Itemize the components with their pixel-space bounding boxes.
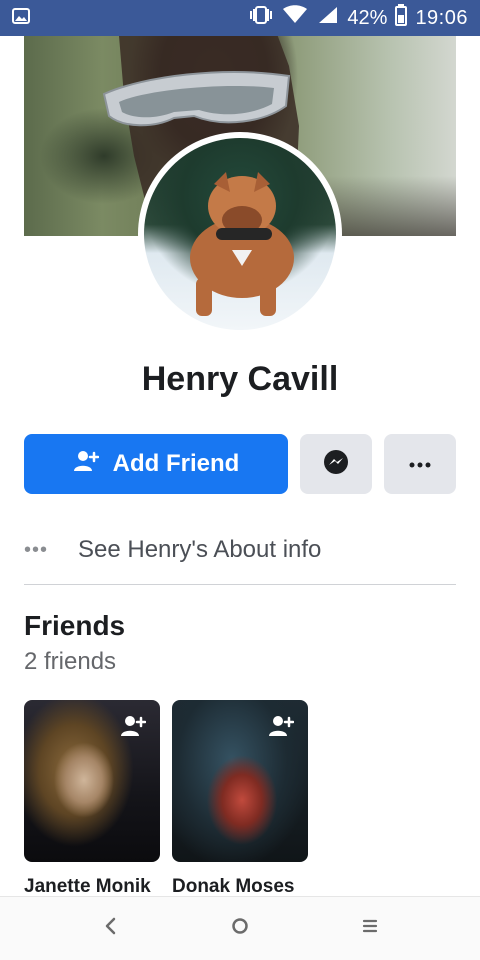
- more-dots-icon: [409, 455, 431, 473]
- add-friend-icon[interactable]: [268, 714, 295, 743]
- home-button[interactable]: [218, 907, 262, 951]
- signal-icon: [317, 5, 339, 31]
- wifi-icon: [281, 5, 309, 31]
- more-options-button[interactable]: [384, 434, 456, 494]
- battery-percentage: 42%: [347, 6, 388, 29]
- profile-name: Henry Cavill: [141, 360, 339, 398]
- profile-picture-frame[interactable]: [138, 132, 342, 336]
- vibrate-icon: [249, 5, 273, 31]
- profile-picture[interactable]: [144, 138, 336, 330]
- add-friend-label: Add Friend: [112, 450, 240, 477]
- add-friend-button[interactable]: Add Friend: [24, 434, 288, 494]
- divider: [24, 584, 456, 585]
- about-info-link[interactable]: ••• See Henry's About info: [24, 528, 456, 572]
- battery-icon: [395, 4, 408, 32]
- friend-card[interactable]: Janette Monik: [24, 700, 160, 898]
- menu-lines-icon: [362, 917, 378, 940]
- friend-name[interactable]: Janette Monik: [24, 876, 160, 898]
- friend-photo[interactable]: [24, 700, 160, 862]
- about-info-label: See Henry's About info: [78, 536, 322, 563]
- back-button[interactable]: [88, 907, 132, 951]
- home-icon: [231, 917, 249, 940]
- status-bar: 42% 19:06: [0, 0, 480, 36]
- friends-title: Friends: [24, 610, 126, 641]
- messenger-button[interactable]: [300, 434, 372, 494]
- ellipsis-icon: •••: [24, 538, 49, 561]
- system-navigation-bar: [0, 896, 480, 960]
- image-icon: [12, 7, 30, 29]
- messenger-icon: [323, 449, 349, 480]
- clock-time: 19:06: [415, 6, 468, 29]
- friend-photo[interactable]: [172, 700, 308, 862]
- friends-count: 2 friends: [24, 648, 117, 675]
- back-icon: [103, 916, 117, 941]
- friend-name[interactable]: Donak Moses: [172, 876, 308, 898]
- recents-button[interactable]: [348, 907, 392, 951]
- add-friend-icon: [73, 449, 99, 480]
- add-friend-icon[interactable]: [120, 714, 147, 743]
- friend-card[interactable]: Donak Moses: [172, 700, 308, 898]
